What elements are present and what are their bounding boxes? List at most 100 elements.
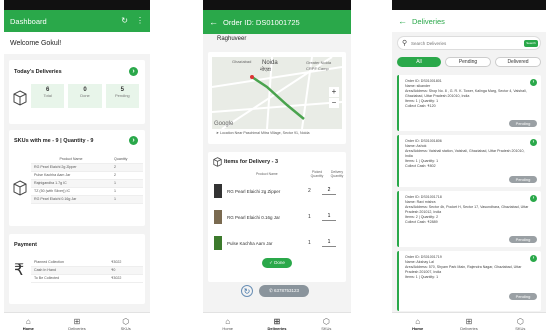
status-bar <box>203 0 351 10</box>
tab-all[interactable]: All <box>397 57 441 67</box>
home-icon: ⌂ <box>225 317 231 326</box>
back-arrow-icon[interactable]: ← <box>209 17 218 27</box>
customer-name: Raghuveer <box>217 36 247 42</box>
status-badge: Pending <box>509 120 537 127</box>
card-title: Payment <box>14 242 37 248</box>
payment-card: Payment ₹ Planned Collection ₹3022 Cash I… <box>9 234 145 304</box>
table-row: Pulse Kachha Aam Jar 2 <box>31 171 143 180</box>
done-button[interactable]: ✓ Done <box>262 258 292 268</box>
status-badge: Pending <box>509 236 537 243</box>
location-text: ➤ Location Near Paschimal Mitra Village,… <box>216 131 310 135</box>
tab-delivered[interactable]: Delivered <box>495 57 541 67</box>
grid-icon: ⊞ <box>73 317 81 326</box>
order-card[interactable]: › Order ID: DS01001806 Name: Ashok Area/… <box>397 135 541 187</box>
search-bar: ⚲ Search <box>397 36 541 50</box>
open-order-button[interactable]: › <box>530 195 537 202</box>
app-bar: Dashboard ↻ ⋮ <box>4 10 150 32</box>
search-button[interactable]: Search <box>524 40 538 47</box>
table-row: RG Pearl Elaichi 0.16g Jar 1 <box>31 195 143 204</box>
app-title: Dashboard <box>10 16 47 26</box>
open-order-button[interactable]: › <box>530 79 537 86</box>
skus-table: Product Name Quantity RG Pearl Elaichi 2g… <box>31 155 143 204</box>
stat-done: 0 Done <box>68 84 102 108</box>
sync-button[interactable]: ↻ <box>241 285 253 297</box>
table-row: RG Pearl Elaichi 2g Zipper 2 <box>31 163 143 172</box>
delivery-qty-input[interactable] <box>322 186 336 195</box>
map[interactable]: Noida नोएडा Greater Noida CRPF Camp Ghaz… <box>212 57 342 129</box>
back-arrow-icon[interactable]: ← <box>398 16 407 26</box>
card-title: SKUs with me - 9 | Quantity - 9 <box>14 138 94 144</box>
table-row: Cash In Hand ₹0 <box>31 266 143 275</box>
item-row: Pulse Kachha Aam Jar 1 <box>212 236 342 252</box>
card-title: Today's Deliveries <box>14 69 62 75</box>
bottom-nav: ⌂ Home ⊞ Deliveries ⬡ SKUs <box>392 312 546 336</box>
delivery-qty-input[interactable] <box>322 238 336 247</box>
order-card[interactable]: › Order ID: DS01001801 Name: sikander Ar… <box>397 75 541 131</box>
item-row: RG Pearl Elaichi 0.16g Jar 1 <box>212 210 342 226</box>
box-icon: ⬡ <box>322 317 330 326</box>
table-row: To Be Collected ₹3022 <box>31 274 143 283</box>
filter-tabs: All Pending Delivered <box>397 57 541 67</box>
search-input[interactable] <box>411 39 501 48</box>
box-icon <box>13 180 27 196</box>
order-card[interactable]: › Order ID: DS01001719 Name: Akshay Lal … <box>397 251 541 311</box>
stat-total: 6 Total <box>31 84 65 108</box>
nav-skus[interactable]: ⬡ SKUs <box>101 313 150 336</box>
box-icon: ⬡ <box>122 317 130 326</box>
product-image <box>214 236 222 250</box>
map-card: Noida नोएडा Greater Noida CRPF Camp Ghaz… <box>208 52 346 144</box>
open-deliveries-button[interactable]: › <box>129 67 138 76</box>
dashboard-screen: Dashboard ↻ ⋮ Welcome Gokul! Today's Del… <box>4 0 150 336</box>
open-skus-button[interactable]: › <box>129 136 138 145</box>
bottom-nav: ⌂ Home ⊞ Deliveries ⬡ SKUs <box>4 312 150 336</box>
open-order-button[interactable]: › <box>530 139 537 146</box>
nav-skus[interactable]: ⬡ SKUs <box>495 313 546 336</box>
skus-card[interactable]: SKUs with me - 9 | Quantity - 9 › Produc… <box>9 130 145 226</box>
nav-home[interactable]: ⌂ Home <box>4 313 53 336</box>
app-bar: ← Deliveries <box>392 10 546 32</box>
bottom-nav: ⌂ Home ⊞ Deliveries ⬡ SKUs <box>203 312 351 336</box>
app-bar: ← Order ID: DS01001725 <box>203 10 351 34</box>
box-icon: ⬡ <box>516 317 524 326</box>
order-card[interactable]: › Order ID: DS01001718 Name: Ravi mishra… <box>397 191 541 247</box>
grid-icon: ⊞ <box>465 317 473 326</box>
nav-deliveries[interactable]: ⊞ Deliveries <box>252 313 301 336</box>
open-order-button[interactable]: › <box>530 255 537 262</box>
status-bar <box>392 0 546 10</box>
orders-list: › Order ID: DS01001801 Name: sikander Ar… <box>397 75 541 312</box>
todays-deliveries-card[interactable]: Today's Deliveries › 6 Total 0 Done 5 Pendi… <box>9 60 145 124</box>
welcome-banner: Welcome Gokul! <box>4 32 150 54</box>
product-image <box>214 210 222 224</box>
zoom-in-button[interactable]: + <box>329 87 339 97</box>
item-row: RG Pearl Elaichi 2g Zipper 2 <box>212 184 342 200</box>
rupee-icon: ₹ <box>14 262 25 279</box>
items-card: Items for Delivery - 3 Product Name Pick… <box>208 152 346 282</box>
nav-home[interactable]: ⌂ Home <box>203 313 252 336</box>
table-row: TZ (50 (with Silver)) IC 1 <box>31 187 143 196</box>
box-icon <box>213 157 222 167</box>
call-button[interactable]: ✆ 6378753123 <box>259 285 309 297</box>
home-icon: ⌂ <box>25 317 31 326</box>
status-bar <box>4 0 150 10</box>
delivery-qty-input[interactable] <box>322 212 336 221</box>
nav-skus[interactable]: ⬡ SKUs <box>302 313 351 336</box>
grid-icon: ⊞ <box>273 317 281 326</box>
order-detail-screen: ← Order ID: DS01001725 Raghuveer Noida न… <box>203 0 351 336</box>
deliveries-screen: ← Deliveries ⚲ Search All Pending Delive… <box>392 0 546 336</box>
stat-pending: 5 Pending <box>105 84 139 108</box>
box-icon <box>13 90 27 106</box>
zoom-out-button[interactable]: − <box>329 98 339 108</box>
tab-pending[interactable]: Pending <box>445 57 491 67</box>
status-badge: Pending <box>509 176 537 183</box>
google-logo: Google <box>214 121 234 127</box>
items-title: Items for Delivery - 3 <box>224 159 279 165</box>
nav-deliveries[interactable]: ⊞ Deliveries <box>53 313 102 336</box>
stats-row: 6 Total 0 Done 5 Pending <box>31 84 139 108</box>
refresh-icon[interactable]: ↻ <box>121 17 128 25</box>
more-icon[interactable]: ⋮ <box>136 17 144 25</box>
order-title: Order ID: DS01001725 <box>223 17 300 27</box>
nav-home[interactable]: ⌂ Home <box>392 313 443 336</box>
payment-table: Planned Collection ₹3022 Cash In Hand ₹0 T… <box>31 258 143 283</box>
nav-deliveries[interactable]: ⊞ Deliveries <box>443 313 494 336</box>
product-image <box>214 184 222 198</box>
